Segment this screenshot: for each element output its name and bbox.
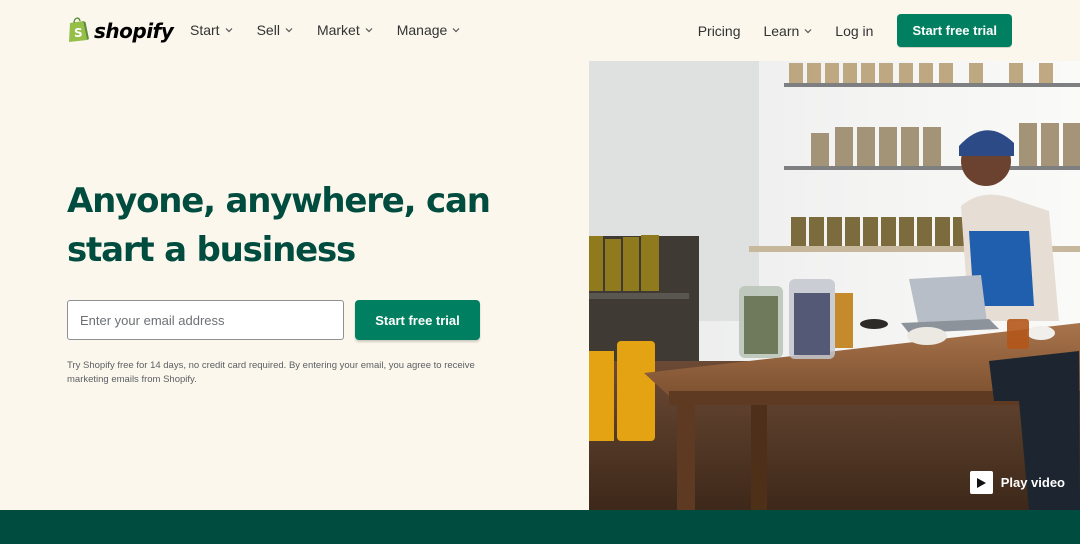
- primary-menu: Start Sell Market Manage: [190, 20, 460, 40]
- nav-item-label: Sell: [256, 22, 280, 38]
- shopping-bag-icon: S: [67, 16, 89, 47]
- nav-item-label: Market: [316, 22, 360, 38]
- hero-heading: Anyone, anywhere, can start a business: [67, 177, 547, 275]
- play-icon: [969, 471, 993, 494]
- hero-photo-illustration: [589, 61, 1080, 510]
- nav-item-label: Start: [190, 22, 220, 38]
- chevron-down-icon: [225, 28, 233, 33]
- chevron-down-icon: [285, 28, 293, 33]
- bottom-section-band: [0, 510, 1080, 544]
- chevron-down-icon: [452, 28, 460, 33]
- svg-text:S: S: [74, 26, 83, 40]
- start-free-trial-button[interactable]: Start free trial: [355, 300, 480, 340]
- secondary-menu: Pricing Learn Log in Start free trial: [698, 14, 1012, 47]
- nav-item-label: Learn: [763, 22, 800, 39]
- start-free-trial-nav-button[interactable]: Start free trial: [897, 14, 1012, 47]
- login-link[interactable]: Log in: [835, 14, 873, 47]
- chevron-down-icon: [804, 28, 812, 33]
- nav-item-sell[interactable]: Sell: [257, 20, 293, 40]
- nav-item-label: Manage: [396, 22, 448, 38]
- nav-item-market[interactable]: Market: [317, 20, 373, 40]
- play-video-label: Play video: [1000, 475, 1065, 490]
- hero-heading-line-2: start a business: [67, 230, 356, 270]
- nav-item-manage[interactable]: Manage: [397, 20, 461, 40]
- shopify-logo[interactable]: S shopify: [67, 16, 174, 47]
- top-navigation: S shopify Start Sell Market Manage Prici…: [0, 0, 1080, 61]
- chevron-down-icon: [365, 28, 373, 33]
- pricing-link[interactable]: Pricing: [698, 14, 741, 47]
- nav-item-learn[interactable]: Learn: [763, 14, 812, 47]
- nav-item-start[interactable]: Start: [190, 20, 233, 40]
- hero-heading-line-1: Anyone, anywhere, can: [67, 181, 491, 221]
- brand-wordmark: shopify: [94, 19, 174, 43]
- email-input[interactable]: [67, 300, 344, 340]
- trial-disclaimer: Try Shopify free for 14 days, no credit …: [67, 360, 475, 385]
- hero-photo: Play video: [589, 61, 1080, 510]
- play-video-button[interactable]: Play video: [969, 471, 1065, 494]
